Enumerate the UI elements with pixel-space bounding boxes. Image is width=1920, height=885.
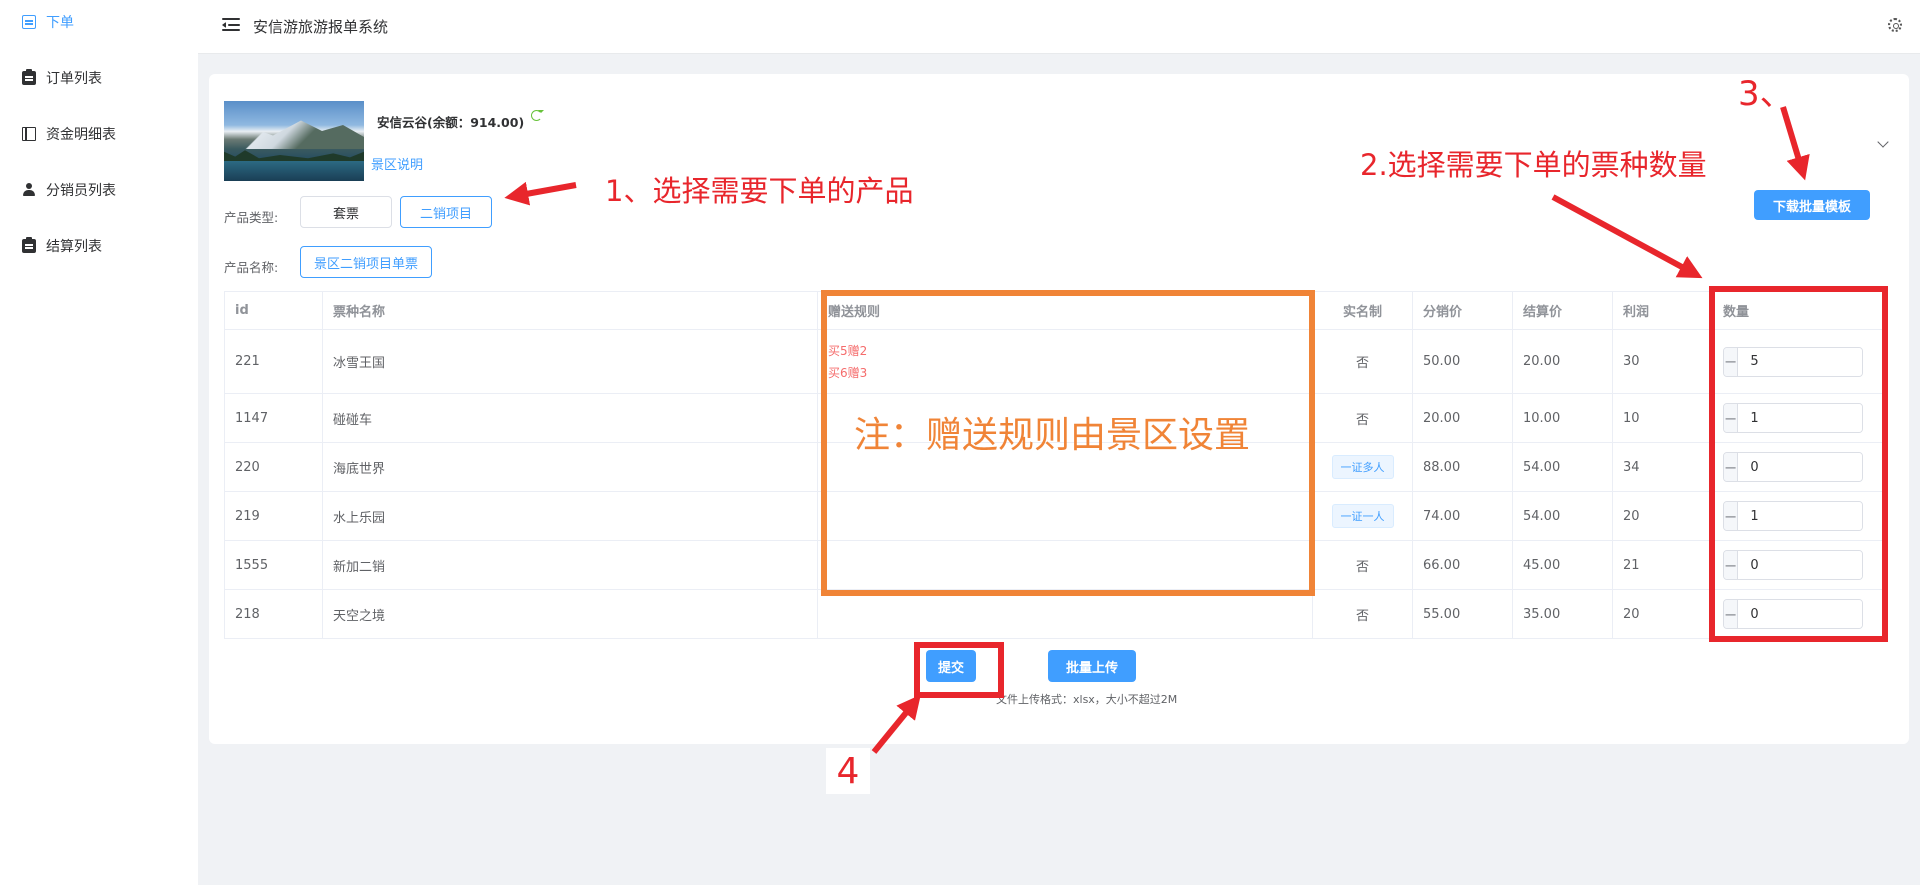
cell-profit: 30 [1612, 329, 1713, 394]
upload-hint: 文件上传格式：xlsx，大小不超过2M [996, 693, 1178, 706]
cell-realname: 否 [1312, 540, 1413, 590]
cell-profit: 21 [1612, 540, 1713, 590]
realname-text: 否 [1355, 356, 1369, 371]
user-icon [22, 183, 36, 197]
product-name-label: 产品名称: [224, 260, 279, 275]
cell-settlement-price: 20.00 [1512, 329, 1613, 394]
type-option-package[interactable]: 套票 [300, 196, 392, 228]
submit-highlight [914, 642, 1004, 698]
cell-id: 1555 [224, 540, 323, 590]
cell-distribution-price: 55.00 [1412, 589, 1513, 639]
cell-ticket-name: 水上乐园 [322, 491, 818, 541]
sidebar-item-label: 下单 [46, 15, 74, 31]
cell-distribution-price: 88.00 [1412, 442, 1513, 492]
cell-id: 218 [224, 589, 323, 639]
merchant-balance: 安信云谷(余额：914.00) [377, 115, 525, 130]
product-type-label: 产品类型: [224, 210, 279, 225]
sidebar-item-order-list[interactable]: 订单列表 [22, 66, 102, 90]
scenic-description-link[interactable]: 景区说明 [371, 154, 423, 173]
cell-realname: 否 [1312, 589, 1413, 639]
col-distribution-price: 分销价 [1412, 291, 1513, 330]
scenic-thumbnail [224, 101, 364, 181]
col-id: id [224, 291, 323, 330]
header: 安信游旅游报单系统 [198, 0, 1920, 54]
cell-settlement-price: 54.00 [1512, 442, 1613, 492]
cell-id: 219 [224, 491, 323, 541]
cell-distribution-price: 66.00 [1412, 540, 1513, 590]
chevron-down-icon[interactable] [1877, 136, 1889, 148]
realname-tag: 一证一人 [1331, 504, 1394, 528]
cell-realname: 一证多人 [1312, 442, 1413, 492]
cell-ticket-name: 天空之境 [322, 589, 818, 639]
annotation-step4: 4 [826, 748, 870, 794]
gift-rules-highlight [821, 290, 1315, 596]
cell-profit: 20 [1612, 589, 1713, 639]
cell-profit: 20 [1612, 491, 1713, 541]
cell-distribution-price: 50.00 [1412, 329, 1513, 394]
cell-id: 221 [224, 329, 323, 394]
realname-text: 否 [1355, 412, 1369, 428]
cell-realname: 否 [1312, 393, 1413, 443]
refresh-icon[interactable] [531, 110, 544, 121]
cell-distribution-price: 74.00 [1412, 491, 1513, 541]
sidebar-item-fund-detail[interactable]: 资金明细表 [22, 122, 116, 146]
cell-settlement-price: 35.00 [1512, 589, 1613, 639]
cell-ticket-name: 新加二销 [322, 540, 818, 590]
realname-tag: 一证多人 [1331, 455, 1394, 479]
quantity-highlight [1709, 286, 1888, 642]
clipboard-icon [22, 237, 36, 253]
download-template-button[interactable]: 下载批量模板 [1754, 190, 1870, 220]
cell-settlement-price: 54.00 [1512, 491, 1613, 541]
cell-id: 220 [224, 442, 323, 492]
sidebar-item-order[interactable]: 下单 [22, 10, 74, 34]
document-icon [22, 15, 36, 29]
cell-id: 1147 [224, 393, 323, 443]
sidebar-item-label: 结算列表 [46, 239, 102, 255]
realname-text: 否 [1355, 608, 1369, 624]
cell-settlement-price: 10.00 [1512, 393, 1613, 443]
realname-text: 否 [1355, 559, 1369, 575]
cell-realname: 否 [1312, 329, 1413, 394]
sidebar-item-label: 资金明细表 [46, 127, 116, 143]
sidebar-item-distributor-list[interactable]: 分销员列表 [22, 178, 116, 202]
gear-icon[interactable] [1888, 18, 1902, 32]
cell-ticket-name: 海底世界 [322, 442, 818, 492]
menu-fold-icon[interactable] [222, 18, 240, 32]
cell-settlement-price: 45.00 [1512, 540, 1613, 590]
cell-gift-rules [817, 589, 1313, 639]
cell-ticket-name: 冰雪王国 [322, 329, 818, 394]
page-title: 安信游旅游报单系统 [253, 18, 389, 36]
sidebar-item-label: 分销员列表 [46, 183, 116, 199]
cell-distribution-price: 20.00 [1412, 393, 1513, 443]
book-icon [22, 127, 36, 141]
product-name-option[interactable]: 景区二销项目单票 [300, 246, 432, 278]
col-ticket-name: 票种名称 [322, 291, 818, 330]
col-settlement-price: 结算价 [1512, 291, 1613, 330]
sidebar-item-label: 订单列表 [46, 71, 102, 87]
batch-upload-button[interactable]: 批量上传 [1048, 650, 1136, 682]
cell-profit: 10 [1612, 393, 1713, 443]
col-profit: 利润 [1612, 291, 1713, 330]
cell-ticket-name: 碰碰车 [322, 393, 818, 443]
sidebar: 下单 订单列表 资金明细表 分销员列表 结算列表 [0, 0, 198, 885]
sidebar-item-settlement-list[interactable]: 结算列表 [22, 234, 102, 258]
type-option-secondary[interactable]: 二销项目 [400, 196, 492, 228]
clipboard-icon [22, 69, 36, 85]
col-realname: 实名制 [1312, 291, 1413, 330]
cell-profit: 34 [1612, 442, 1713, 492]
cell-realname: 一证一人 [1312, 491, 1413, 541]
table-row: 218天空之境否55.0035.0020 − + [224, 589, 1885, 639]
